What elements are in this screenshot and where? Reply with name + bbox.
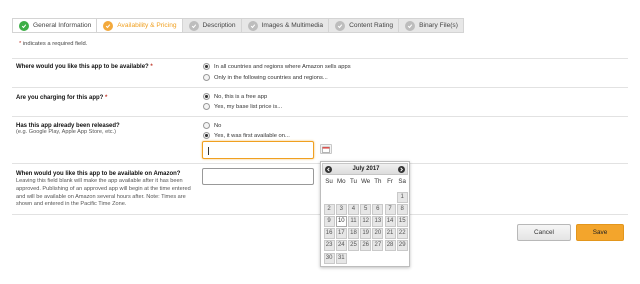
- checkmark-icon: [19, 20, 29, 31]
- calendar-empty-cell: [360, 192, 371, 203]
- tab-label: Images & Multimedia: [261, 22, 324, 29]
- cancel-button[interactable]: Cancel: [517, 224, 571, 241]
- calendar-day[interactable]: 1: [396, 191, 408, 203]
- tab-availability-pricing[interactable]: Availability & Pricing: [97, 18, 183, 33]
- calendar-day[interactable]: 2: [323, 203, 335, 215]
- datepicker-header: July 2017: [322, 163, 408, 175]
- calendar-day[interactable]: 7: [384, 203, 396, 215]
- calendar-empty-cell: [385, 192, 396, 203]
- weekday-label: Mo: [336, 178, 346, 185]
- required-field-note: * indicates a required field.: [19, 41, 88, 47]
- calendar-days-grid: 1 2 3 4 5 6 7 8 9 10 11 12 13 14 15 16 17 18 19 20 21 22 23 24 2…: [323, 191, 408, 264]
- released-option-yes[interactable]: Yes, it was first available on...: [203, 132, 290, 139]
- calendar-day[interactable]: 30: [323, 252, 335, 264]
- calendar-day[interactable]: 25: [347, 240, 359, 252]
- calendar-day[interactable]: 28: [384, 240, 396, 252]
- calendar-day[interactable]: 6: [372, 203, 384, 215]
- radio-button[interactable]: [203, 93, 210, 100]
- checkmark-icon: [188, 20, 199, 31]
- calendar-day[interactable]: 19: [360, 228, 372, 240]
- calendar-day[interactable]: 18: [347, 228, 359, 240]
- radio-button[interactable]: [203, 122, 210, 129]
- tab-description[interactable]: Description: [182, 18, 242, 33]
- tab-content-rating[interactable]: Content Rating: [329, 18, 400, 33]
- radio-button[interactable]: [203, 132, 210, 139]
- availability-question: Where would you like this app to be avai…: [16, 64, 153, 70]
- calendar-day[interactable]: 26: [360, 240, 372, 252]
- checkmark-icon: [335, 20, 346, 31]
- calendar-day[interactable]: 20: [372, 228, 384, 240]
- checkmark-icon: [247, 20, 258, 31]
- calendar-day[interactable]: 8: [396, 203, 408, 215]
- calendar-day[interactable]: 5: [360, 203, 372, 215]
- calendar-empty-cell: [324, 192, 335, 203]
- calendar-day[interactable]: 21: [384, 228, 396, 240]
- calendar-day[interactable]: 22: [396, 228, 408, 240]
- radio-button[interactable]: [203, 74, 210, 81]
- calendar-day[interactable]: 23: [323, 240, 335, 252]
- calendar-day[interactable]: 13: [372, 215, 384, 227]
- weekday-label: Tu: [349, 178, 357, 185]
- calendar-icon[interactable]: [320, 144, 332, 154]
- weekday-label: We: [361, 178, 371, 185]
- tab-label: Content Rating: [349, 22, 394, 29]
- weekday-label: Fr: [387, 178, 393, 185]
- calendar-day[interactable]: 10: [335, 215, 347, 227]
- availability-datetime-input[interactable]: [202, 168, 314, 185]
- calendar-day[interactable]: 16: [323, 228, 335, 240]
- next-month-icon[interactable]: [398, 166, 405, 173]
- tab-label: General Information: [33, 22, 92, 29]
- weekday-label: Th: [374, 178, 382, 185]
- released-hint: (e.g. Google Play, Apple App Store, etc.…: [16, 129, 117, 135]
- tab-images-multimedia[interactable]: Images & Multimedia: [241, 18, 330, 33]
- radio-button[interactable]: [203, 63, 210, 70]
- availability-option-some[interactable]: Only in the following countries and regi…: [203, 74, 328, 81]
- progress-tabs: General Information Availability & Prici…: [12, 18, 464, 33]
- calendar-empty-cell: [348, 192, 359, 203]
- tab-binary-files[interactable]: Binary File(s): [399, 18, 464, 33]
- tab-label: Binary File(s): [419, 22, 458, 29]
- calendar-day[interactable]: 4: [347, 203, 359, 215]
- divider: [12, 58, 628, 59]
- divider: [12, 116, 628, 117]
- charging-option-paid[interactable]: Yes, my base list price is...: [203, 103, 282, 110]
- charging-question: Are you charging for this app? *: [16, 95, 108, 101]
- calendar-day[interactable]: 14: [384, 215, 396, 227]
- calendar-day[interactable]: 9: [323, 215, 335, 227]
- tab-label: Availability & Pricing: [117, 22, 177, 29]
- text-caret: [208, 147, 209, 155]
- calendar-day[interactable]: 15: [396, 215, 408, 227]
- weekday-label: Sa: [398, 178, 406, 185]
- tab-label: Description: [202, 22, 236, 29]
- calendar-day[interactable]: 31: [335, 252, 347, 264]
- radio-button[interactable]: [203, 103, 210, 110]
- calendar-day[interactable]: 27: [372, 240, 384, 252]
- calendar-day[interactable]: 24: [335, 240, 347, 252]
- divider: [12, 87, 628, 88]
- calendar-day[interactable]: 29: [396, 240, 408, 252]
- checkmark-icon: [405, 20, 416, 31]
- weekday-header-row: Su Mo Tu We Th Fr Sa: [323, 178, 408, 187]
- amazon-availability-description: Leaving this field blank will make the a…: [16, 178, 191, 208]
- calendar-empty-cell: [336, 192, 347, 203]
- save-button[interactable]: Save: [576, 224, 624, 241]
- checkmark-icon: [103, 20, 114, 31]
- availability-option-all[interactable]: In all countries and regions where Amazo…: [203, 63, 351, 70]
- released-option-no[interactable]: No: [203, 122, 221, 129]
- amazon-availability-question: When would you like this app to be avail…: [16, 171, 181, 177]
- tab-general-information[interactable]: General Information: [12, 18, 98, 33]
- calendar-day[interactable]: 17: [335, 228, 347, 240]
- calendar-day[interactable]: 11: [347, 215, 359, 227]
- charging-option-free[interactable]: No, this is a free app: [203, 93, 267, 100]
- release-date-input[interactable]: [202, 141, 314, 159]
- datepicker-title: July 2017: [352, 166, 380, 172]
- weekday-label: Su: [325, 178, 333, 185]
- calendar-day[interactable]: 3: [335, 203, 347, 215]
- calendar-day[interactable]: 12: [360, 215, 372, 227]
- datepicker-popup: July 2017 Su Mo Tu We Th Fr Sa 1 2 3 4 5 6 7 8 9 10 11 12…: [320, 161, 410, 267]
- calendar-empty-cell: [372, 192, 383, 203]
